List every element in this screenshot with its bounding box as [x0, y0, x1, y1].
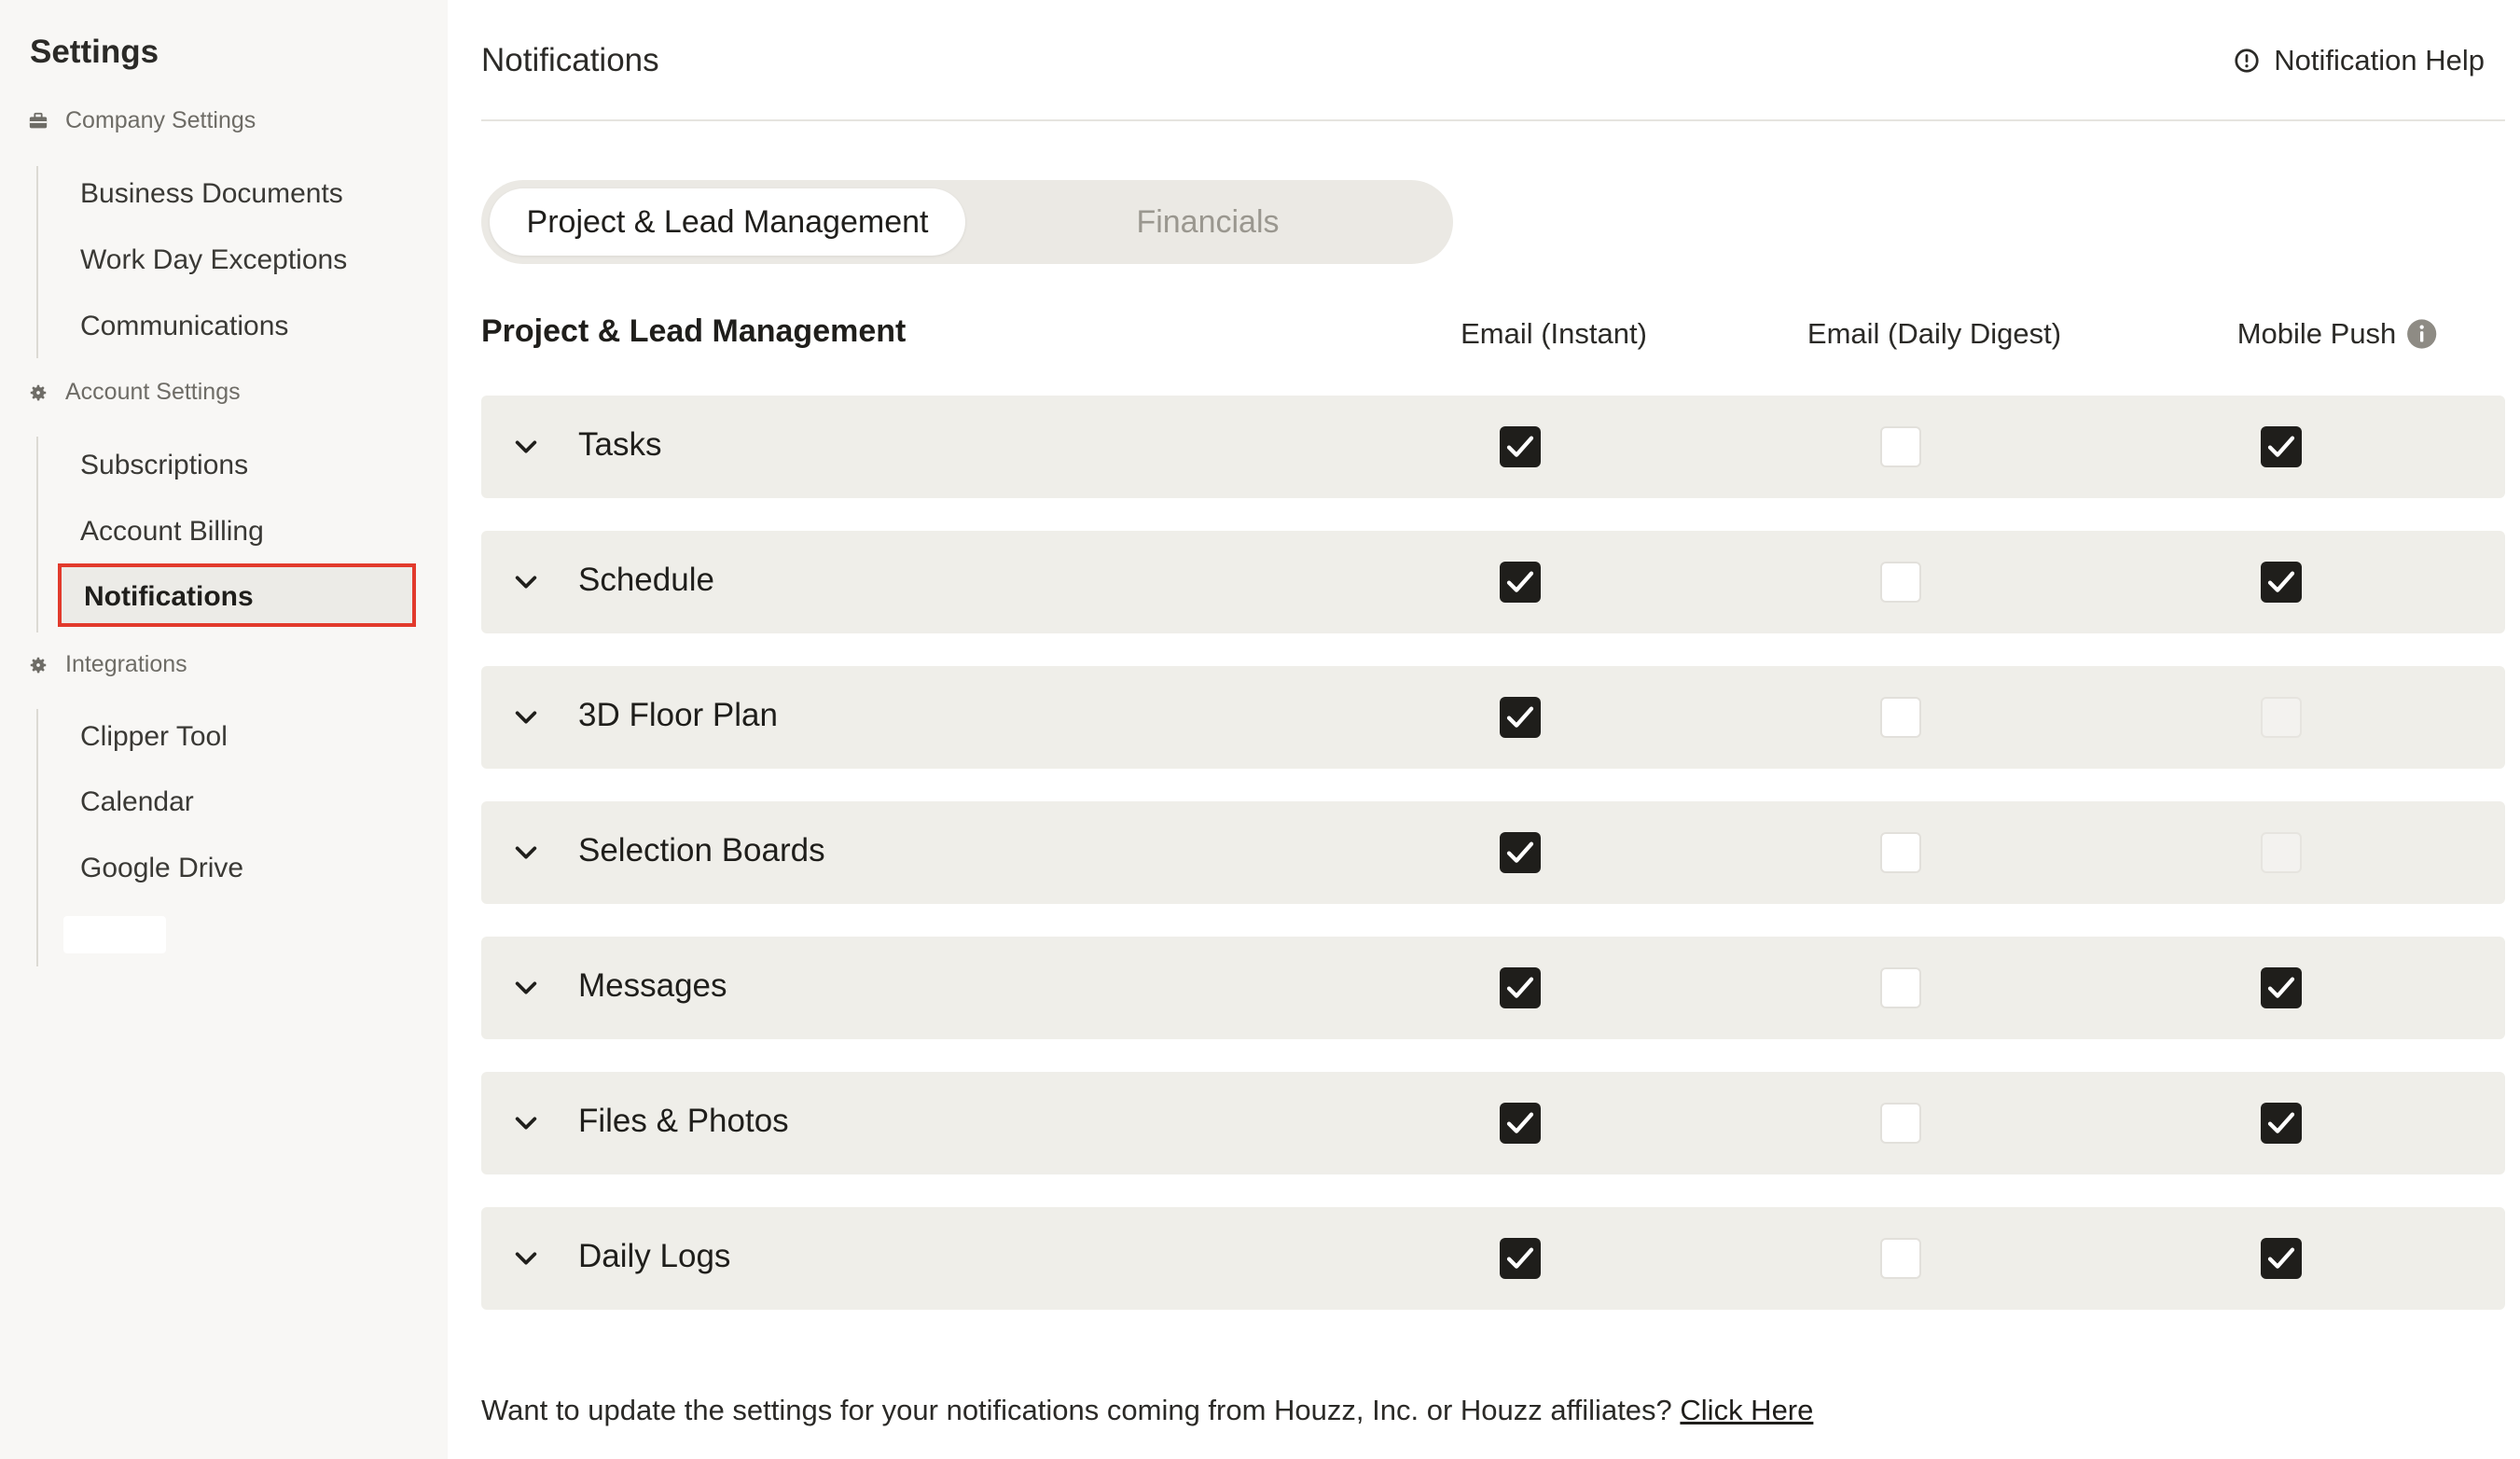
sidebar-item-account-billing[interactable]: Account Billing	[80, 513, 264, 550]
checkbox-email-instant[interactable]	[1500, 832, 1541, 873]
checkmark-icon	[2267, 436, 2295, 457]
row-label: Messages	[578, 967, 727, 1004]
section-company-settings: Company Settings	[28, 107, 256, 134]
table-header: Project & Lead Management Email (Instant…	[481, 313, 2505, 360]
chevron-down-icon[interactable]	[511, 1244, 541, 1273]
checkmark-icon	[1506, 841, 1534, 863]
click-here-link[interactable]: Click Here	[1680, 1394, 1813, 1426]
sidebar-item-calendar[interactable]: Calendar	[80, 784, 194, 821]
sidebar-item-clipper-tool[interactable]: Clipper Tool	[80, 718, 228, 756]
sidebar-placeholder	[63, 916, 166, 953]
sidebar-title: Settings	[30, 34, 159, 70]
checkmark-icon	[1506, 571, 1534, 592]
notification-row-3d-floor-plan[interactable]: 3D Floor Plan	[481, 666, 2505, 769]
notification-row-selection-boards[interactable]: Selection Boards	[481, 801, 2505, 904]
checkbox-email-instant[interactable]	[1500, 562, 1541, 603]
checkbox-mobile-push[interactable]	[2261, 1103, 2302, 1144]
sidebar-item-work-day-exceptions[interactable]: Work Day Exceptions	[80, 242, 347, 279]
checkbox-mobile-push[interactable]	[2261, 562, 2302, 603]
checkmark-icon	[2267, 977, 2295, 998]
checkbox-email-daily-digest[interactable]	[1880, 1238, 1921, 1279]
group-divider	[36, 166, 38, 358]
notification-row-daily-logs[interactable]: Daily Logs	[481, 1207, 2505, 1310]
section-label: Account Settings	[65, 379, 241, 405]
checkmark-icon	[1506, 706, 1534, 728]
checkmark-icon	[1506, 977, 1534, 998]
tab-project-lead-management[interactable]: Project & Lead Management	[490, 188, 965, 256]
column-email-instant: Email (Instant)	[1461, 317, 1647, 350]
section-label: Company Settings	[65, 107, 256, 133]
chevron-down-icon[interactable]	[511, 567, 541, 597]
checkbox-email-daily-digest[interactable]	[1880, 697, 1921, 738]
section-label: Integrations	[65, 651, 187, 677]
chevron-down-icon[interactable]	[511, 1108, 541, 1138]
notification-row-schedule[interactable]: Schedule	[481, 531, 2505, 633]
row-label: Daily Logs	[578, 1238, 731, 1274]
notification-row-messages[interactable]: Messages	[481, 937, 2505, 1039]
checkmark-icon	[1506, 436, 1534, 457]
footer-note: Want to update the settings for your not…	[481, 1394, 1813, 1427]
sidebar: Settings Company Settings Business Docum…	[0, 0, 448, 1459]
checkbox-email-daily-digest[interactable]	[1880, 832, 1921, 873]
column-email-daily-digest: Email (Daily Digest)	[1807, 317, 2062, 350]
checkbox-email-daily-digest[interactable]	[1880, 1103, 1921, 1144]
chevron-down-icon[interactable]	[511, 838, 541, 868]
sidebar-item-notifications[interactable]: Notifications	[58, 563, 416, 627]
checkbox-email-instant[interactable]	[1500, 1238, 1541, 1279]
checkmark-icon	[2267, 1112, 2295, 1133]
info-icon[interactable]	[2405, 318, 2437, 350]
chevron-down-icon[interactable]	[511, 702, 541, 732]
sidebar-item-google-drive[interactable]: Google Drive	[80, 850, 243, 887]
gear-icon	[30, 657, 47, 673]
header-divider	[481, 119, 2505, 121]
footer-text: Want to update the settings for your not…	[481, 1394, 1681, 1426]
checkbox-email-daily-digest[interactable]	[1880, 967, 1921, 1008]
tab-bar: Project & Lead Management Financials	[481, 180, 1453, 264]
notification-row-files-photos[interactable]: Files & Photos	[481, 1072, 2505, 1174]
checkbox-mobile-push	[2261, 832, 2302, 873]
section-account-settings: Account Settings	[28, 379, 241, 406]
checkbox-mobile-push[interactable]	[2261, 967, 2302, 1008]
checkbox-mobile-push[interactable]	[2261, 1238, 2302, 1279]
checkbox-email-daily-digest[interactable]	[1880, 426, 1921, 467]
help-label: Notification Help	[2274, 44, 2485, 76]
checkmark-icon	[2267, 571, 2295, 592]
column-label: Mobile Push	[2236, 317, 2397, 350]
sidebar-item-subscriptions[interactable]: Subscriptions	[80, 447, 248, 484]
section-integrations: Integrations	[28, 651, 187, 678]
row-label: Schedule	[578, 562, 714, 598]
gear-icon	[30, 384, 47, 400]
row-label: Tasks	[578, 426, 662, 463]
section-title: Project & Lead Management	[481, 313, 907, 349]
checkbox-email-instant[interactable]	[1500, 1103, 1541, 1144]
row-label: 3D Floor Plan	[578, 697, 778, 733]
chevron-down-icon[interactable]	[511, 973, 541, 1003]
sidebar-item-communications[interactable]: Communications	[80, 308, 288, 345]
tab-financials[interactable]: Financials	[965, 188, 1450, 256]
sidebar-item-business-documents[interactable]: Business Documents	[80, 175, 343, 213]
main-content: Notifications Notification Help Project …	[448, 0, 2520, 1459]
checkmark-icon	[1506, 1112, 1534, 1133]
group-divider	[36, 437, 38, 632]
checkbox-email-instant[interactable]	[1500, 967, 1541, 1008]
row-label: Files & Photos	[578, 1103, 789, 1139]
page-title: Notifications	[481, 42, 659, 78]
chevron-down-icon[interactable]	[511, 432, 541, 462]
briefcase-icon	[29, 112, 48, 128]
checkbox-email-instant[interactable]	[1500, 697, 1541, 738]
checkbox-mobile-push	[2261, 697, 2302, 738]
checkmark-icon	[1506, 1247, 1534, 1269]
checkmark-icon	[2267, 1247, 2295, 1269]
group-divider	[36, 709, 38, 966]
checkbox-email-daily-digest[interactable]	[1880, 562, 1921, 603]
row-label: Selection Boards	[578, 832, 825, 868]
column-mobile-push: Mobile Push	[2237, 317, 2438, 351]
notification-row-tasks[interactable]: Tasks	[481, 396, 2505, 498]
notification-help-link[interactable]: Notification Help	[2233, 44, 2485, 77]
checkbox-email-instant[interactable]	[1500, 426, 1541, 467]
info-circle-icon	[2235, 49, 2259, 73]
checkbox-mobile-push[interactable]	[2261, 426, 2302, 467]
